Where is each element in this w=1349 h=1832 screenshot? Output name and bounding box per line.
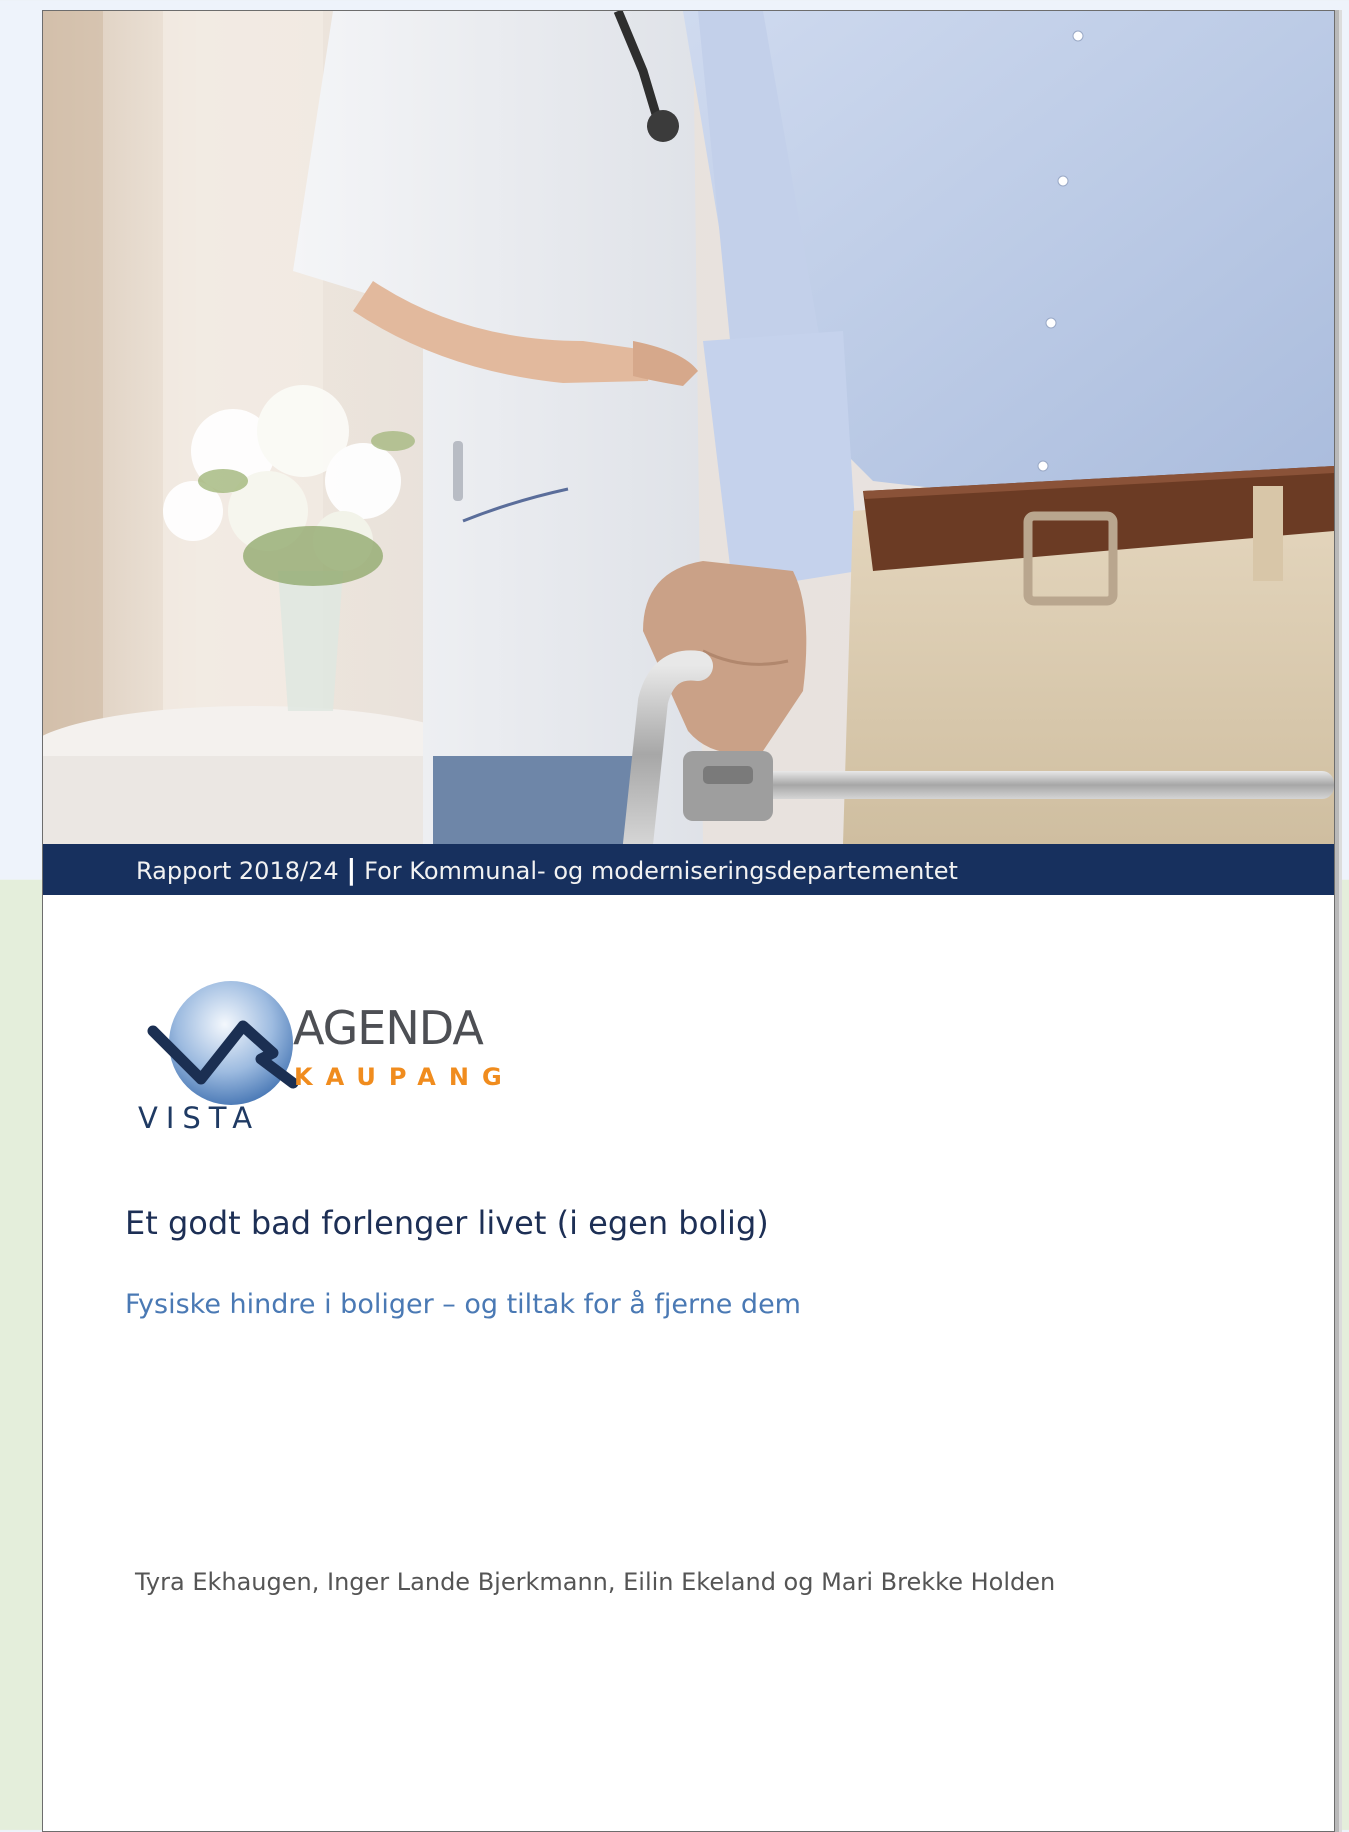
- report-number: Rapport 2018/24: [136, 857, 339, 885]
- report-authors: Tyra Ekhaugen, Inger Lande Bjerkmann, Ei…: [135, 1568, 1056, 1596]
- vista-logo-text: VISTA: [138, 1101, 261, 1135]
- cover-photo-illustration: [43, 11, 1334, 844]
- agenda-logo-text: AGENDA: [293, 1001, 484, 1055]
- report-banner: Rapport 2018/24 | For Kommunal- og moder…: [43, 844, 1334, 895]
- kaupang-logo-text: KAUPANG: [294, 1063, 515, 1091]
- cover-photo: [43, 11, 1334, 844]
- report-cover-page: Rapport 2018/24 | For Kommunal- og moder…: [42, 10, 1335, 1832]
- report-client: For Kommunal- og moderniseringsdeparteme…: [364, 857, 958, 885]
- report-subtitle: Fysiske hindre i boliger – og tiltak for…: [125, 1289, 801, 1320]
- report-title: Et godt bad forlenger livet (i egen boli…: [125, 1204, 769, 1242]
- banner-separator: |: [346, 853, 357, 886]
